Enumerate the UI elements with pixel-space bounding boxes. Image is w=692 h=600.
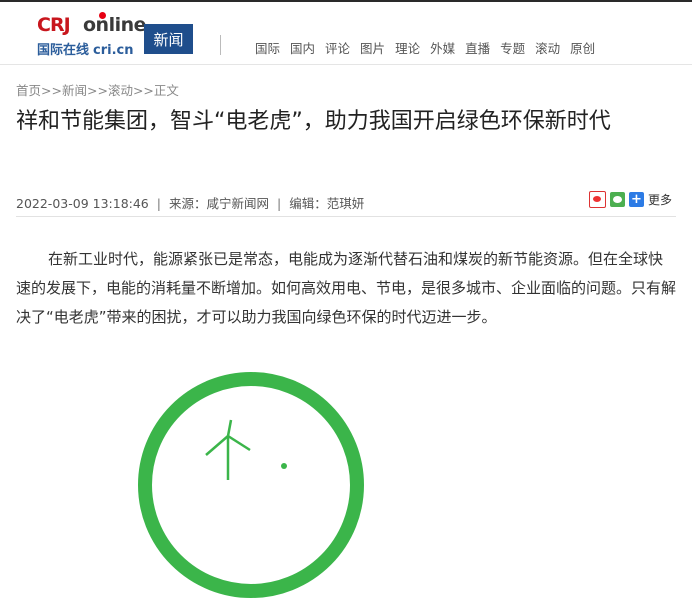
- meta-divider: [16, 216, 676, 217]
- wind-turbine-icon: [205, 419, 251, 480]
- meta-separator: |: [277, 196, 282, 211]
- weibo-icon[interactable]: [588, 191, 606, 208]
- wechat-icon[interactable]: [609, 192, 625, 207]
- plus-icon[interactable]: +: [628, 192, 644, 207]
- logo-cri-text: CRJ: [37, 14, 71, 36]
- nav-divider: [220, 35, 221, 55]
- top-nav: 国际 国内 评论 图片 理论 外媒 直播 专题 滚动 原创: [255, 38, 605, 57]
- nav-item-topics[interactable]: 专题: [500, 38, 525, 57]
- breadcrumb-sep: >>: [41, 83, 62, 98]
- breadcrumb-news[interactable]: 新闻: [62, 83, 87, 98]
- nav-item-live[interactable]: 直播: [465, 38, 490, 57]
- share-bar: + 更多: [588, 191, 672, 208]
- nav-item-theory[interactable]: 理论: [395, 38, 420, 57]
- meta-separator: |: [156, 196, 161, 211]
- article-meta: 2022-03-09 13:18:46 | 来源：咸宁新闻网 | 编辑：范琪妍: [16, 193, 364, 212]
- nav-item-commentary[interactable]: 评论: [325, 38, 350, 57]
- sparkle-icon: [281, 463, 287, 469]
- nav-item-international[interactable]: 国际: [255, 38, 280, 57]
- illustration-ring: [138, 372, 364, 598]
- site-header: CRJ online 国际在线 cri.cn 新闻 国际 国内 评论 图片 理论 …: [0, 2, 692, 64]
- article-editor: 编辑：范琪妍: [289, 196, 365, 211]
- logo-cn-name: 国际在线: [37, 43, 90, 58]
- news-channel-badge[interactable]: 新闻: [144, 24, 193, 54]
- nav-item-pictures[interactable]: 图片: [360, 38, 385, 57]
- header-divider: [0, 64, 692, 65]
- breadcrumb: 首页>>新闻>>滚动>>正文: [16, 80, 179, 99]
- share-more-link[interactable]: 更多: [648, 191, 672, 208]
- article-paragraph: 在新工业时代，能源紧张已是常态，电能成为逐渐代替石油和煤炭的新节能资源。但在全球…: [16, 250, 677, 326]
- breadcrumb-sep: >>: [86, 83, 108, 98]
- article-source: 来源：咸宁新闻网: [168, 196, 269, 211]
- nav-item-scroll[interactable]: 滚动: [535, 38, 560, 57]
- breadcrumb-home[interactable]: 首页: [16, 83, 41, 98]
- breadcrumb-sep: >>: [132, 83, 154, 98]
- logo-domain: cri.cn: [93, 43, 134, 58]
- breadcrumb-scroll[interactable]: 滚动: [108, 83, 133, 98]
- breadcrumb-current: 正文: [153, 83, 179, 98]
- publish-datetime: 2022-03-09 13:18:46: [16, 196, 149, 211]
- nav-item-foreign-media[interactable]: 外媒: [430, 38, 455, 57]
- nav-item-domestic[interactable]: 国内: [290, 38, 315, 57]
- logo-cn-line: 国际在线 cri.cn: [37, 39, 134, 58]
- article-title: 祥和节能集团，智斗“电老虎”，助力我国开启绿色环保新时代: [16, 109, 611, 134]
- logo-online-text: online: [83, 14, 147, 36]
- energy-illustration: [138, 372, 364, 598]
- nav-item-original[interactable]: 原创: [570, 38, 595, 57]
